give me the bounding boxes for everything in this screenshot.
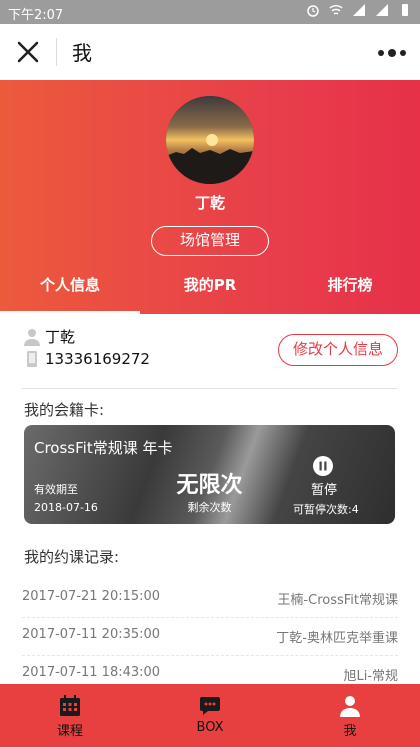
bottom-nav-label: 课程	[56, 724, 83, 739]
card-title: CrossFit常规课 年卡	[34, 439, 173, 457]
signal-icon	[353, 4, 365, 16]
bottom-nav-box[interactable]: BOX	[140, 684, 280, 747]
status-icons	[306, 3, 412, 17]
user-icon	[24, 328, 40, 346]
info-name: 丁乾	[45, 328, 76, 346]
section-divider	[22, 388, 398, 389]
more-menu-button[interactable]	[378, 49, 406, 57]
info-name-row: 丁乾	[24, 326, 75, 347]
tab-personal-info[interactable]: 个人信息	[0, 270, 140, 314]
close-icon[interactable]	[14, 38, 42, 66]
info-phone: 13336169272	[45, 350, 150, 368]
edit-profile-button[interactable]: 修改个人信息	[278, 334, 398, 366]
avatar-sunset-image	[166, 96, 254, 184]
profile-header: 丁乾 场馆管理 个人信息 我的PR 排行榜	[0, 80, 420, 314]
membership-card[interactable]: CrossFit常规课 年卡 有效期至 2018-07-16 无限次 剩余次数 …	[24, 425, 395, 524]
record-date: 2017-07-11 20:35:00	[22, 627, 161, 642]
list-item[interactable]: 2017-07-21 20:15:00 王楠-CrossFit常规课	[22, 580, 398, 618]
profile-tabs: 个人信息 我的PR 排行榜	[0, 270, 420, 314]
avatar[interactable]	[166, 96, 254, 184]
alarm-icon	[307, 5, 319, 17]
bottom-nav-courses[interactable]: 课程	[0, 684, 140, 747]
record-course: 王楠-CrossFit常规课	[277, 593, 398, 608]
bottom-nav: 课程 BOX 我	[0, 684, 420, 747]
booking-records: 2017-07-21 20:15:00 王楠-CrossFit常规课 2017-…	[22, 580, 398, 694]
membership-section-title: 我的会籍卡:	[24, 401, 105, 419]
nav-divider	[56, 38, 57, 66]
bottom-nav-label: 我	[343, 724, 357, 739]
tab-leaderboard[interactable]: 排行榜	[280, 270, 420, 314]
tab-my-pr[interactable]: 我的PR	[140, 270, 280, 314]
record-date: 2017-07-21 20:15:00	[22, 589, 161, 604]
profile-name: 丁乾	[194, 194, 225, 212]
personal-info: 丁乾 13336169272 修改个人信息	[0, 314, 420, 388]
more-dot-icon	[388, 49, 396, 57]
card-remaining-count: 无限次	[176, 473, 243, 498]
signal-icon-2	[376, 4, 388, 16]
venue-management-button[interactable]: 场馆管理	[151, 226, 269, 256]
more-dot-icon	[400, 50, 406, 56]
pause-label[interactable]: 暂停	[311, 479, 337, 498]
bottom-nav-me[interactable]: 我	[280, 684, 420, 747]
phone-icon	[27, 351, 37, 367]
calendar-icon	[60, 695, 80, 716]
wifi-icon	[329, 5, 343, 15]
records-section-title: 我的约课记录:	[24, 548, 120, 566]
status-time: 下午2:07	[8, 8, 64, 23]
list-item[interactable]: 2017-07-11 20:35:00 丁乾-奥林匹克举重课	[22, 618, 398, 656]
battery-icon	[402, 4, 408, 16]
more-dot-icon	[378, 50, 384, 56]
record-course: 丁乾-奥林匹克举重课	[276, 631, 398, 646]
record-course: 旭Li-常规	[343, 669, 398, 684]
pause-icon[interactable]	[313, 456, 333, 476]
page-title: 我	[72, 41, 92, 65]
chat-icon	[200, 697, 220, 715]
status-bar: 下午2:07	[0, 0, 420, 24]
bottom-nav-label: BOX	[196, 720, 224, 735]
record-date: 2017-07-11 18:43:00	[22, 665, 161, 680]
info-phone-row: 13336169272	[24, 350, 150, 368]
pause-count: 可暂停次数:4	[293, 503, 359, 516]
person-icon	[340, 696, 360, 717]
title-bar: 我	[0, 24, 420, 80]
